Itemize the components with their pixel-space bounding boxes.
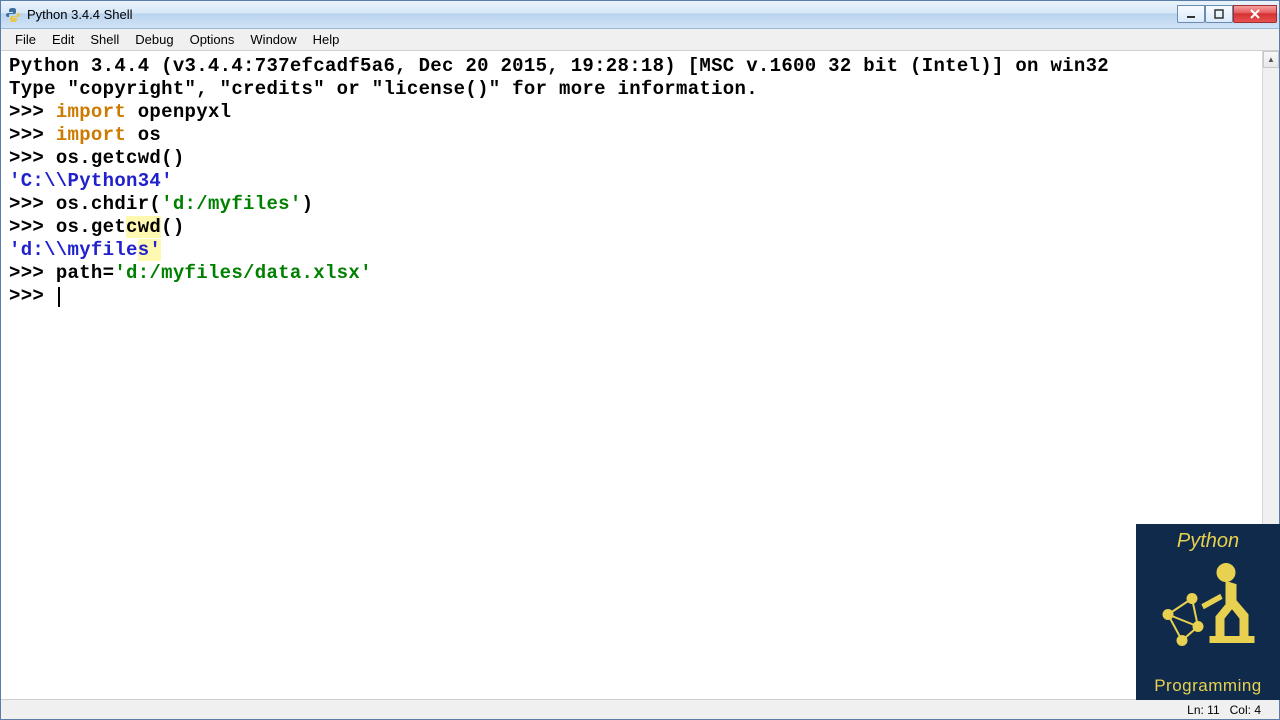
code-text: os.chdir( (56, 193, 161, 215)
code-text: () (161, 216, 184, 238)
idle-window: Python 3.4.4 Shell File Edit Shell Debug… (0, 0, 1280, 720)
minimize-button[interactable] (1177, 5, 1205, 23)
code-text: os (126, 124, 161, 146)
status-line: Ln: 11 (1187, 703, 1219, 717)
keyword-import: import (56, 101, 126, 123)
menu-edit[interactable]: Edit (44, 30, 82, 49)
highlighted-text: cwd (126, 216, 161, 238)
window-title: Python 3.4.4 Shell (27, 7, 1177, 22)
watermark-logo: Python Programming (1136, 524, 1280, 700)
content-wrap: Python 3.4.4 (v3.4.4:737efcadf5a6, Dec 2… (1, 51, 1279, 699)
shell-text-area[interactable]: Python 3.4.4 (v3.4.4:737efcadf5a6, Dec 2… (1, 51, 1262, 699)
prompt: >>> (9, 101, 56, 123)
highlighted-output: s' (138, 239, 161, 261)
close-button[interactable] (1233, 5, 1277, 23)
menu-shell[interactable]: Shell (82, 30, 127, 49)
menu-help[interactable]: Help (305, 30, 348, 49)
watermark-subtitle: Programming (1154, 676, 1262, 696)
code-text: os.get (56, 216, 126, 238)
menu-window[interactable]: Window (242, 30, 304, 49)
prompt: >>> (9, 216, 56, 238)
text-cursor (58, 287, 60, 307)
statusbar: Ln: 11 Col: 4 (1, 699, 1279, 719)
maximize-button[interactable] (1205, 5, 1233, 23)
code-text: os.getcwd() (56, 147, 185, 169)
banner-line-1: Python 3.4.4 (v3.4.4:737efcadf5a6, Dec 2… (9, 55, 1109, 77)
python-icon (5, 7, 21, 23)
titlebar[interactable]: Python 3.4.4 Shell (1, 1, 1279, 29)
code-text: openpyxl (126, 101, 231, 123)
prompt: >>> (9, 193, 56, 215)
keyword-import: import (56, 124, 126, 146)
string-literal: 'd:/myfiles/data.xlsx' (114, 262, 371, 284)
menubar: File Edit Shell Debug Options Window Hel… (1, 29, 1279, 51)
output-text: 'd:\\myfile (9, 239, 138, 261)
string-literal: 'd:/myfiles' (161, 193, 301, 215)
menu-debug[interactable]: Debug (127, 30, 181, 49)
banner-line-2: Type "copyright", "credits" or "license(… (9, 78, 758, 100)
window-controls (1177, 5, 1277, 25)
output-text: 'C:\\Python34' (9, 170, 173, 192)
code-text: ) (302, 193, 314, 215)
prompt: >>> (9, 285, 56, 307)
menu-options[interactable]: Options (182, 30, 243, 49)
code-text: path= (56, 262, 115, 284)
prompt: >>> (9, 124, 56, 146)
watermark-graphic (1148, 553, 1268, 676)
scroll-up-button[interactable]: ▲ (1263, 51, 1279, 68)
menu-file[interactable]: File (7, 30, 44, 49)
watermark-title: Python (1177, 530, 1239, 553)
status-col: Col: 4 (1230, 703, 1261, 717)
prompt: >>> (9, 262, 56, 284)
prompt: >>> (9, 147, 56, 169)
